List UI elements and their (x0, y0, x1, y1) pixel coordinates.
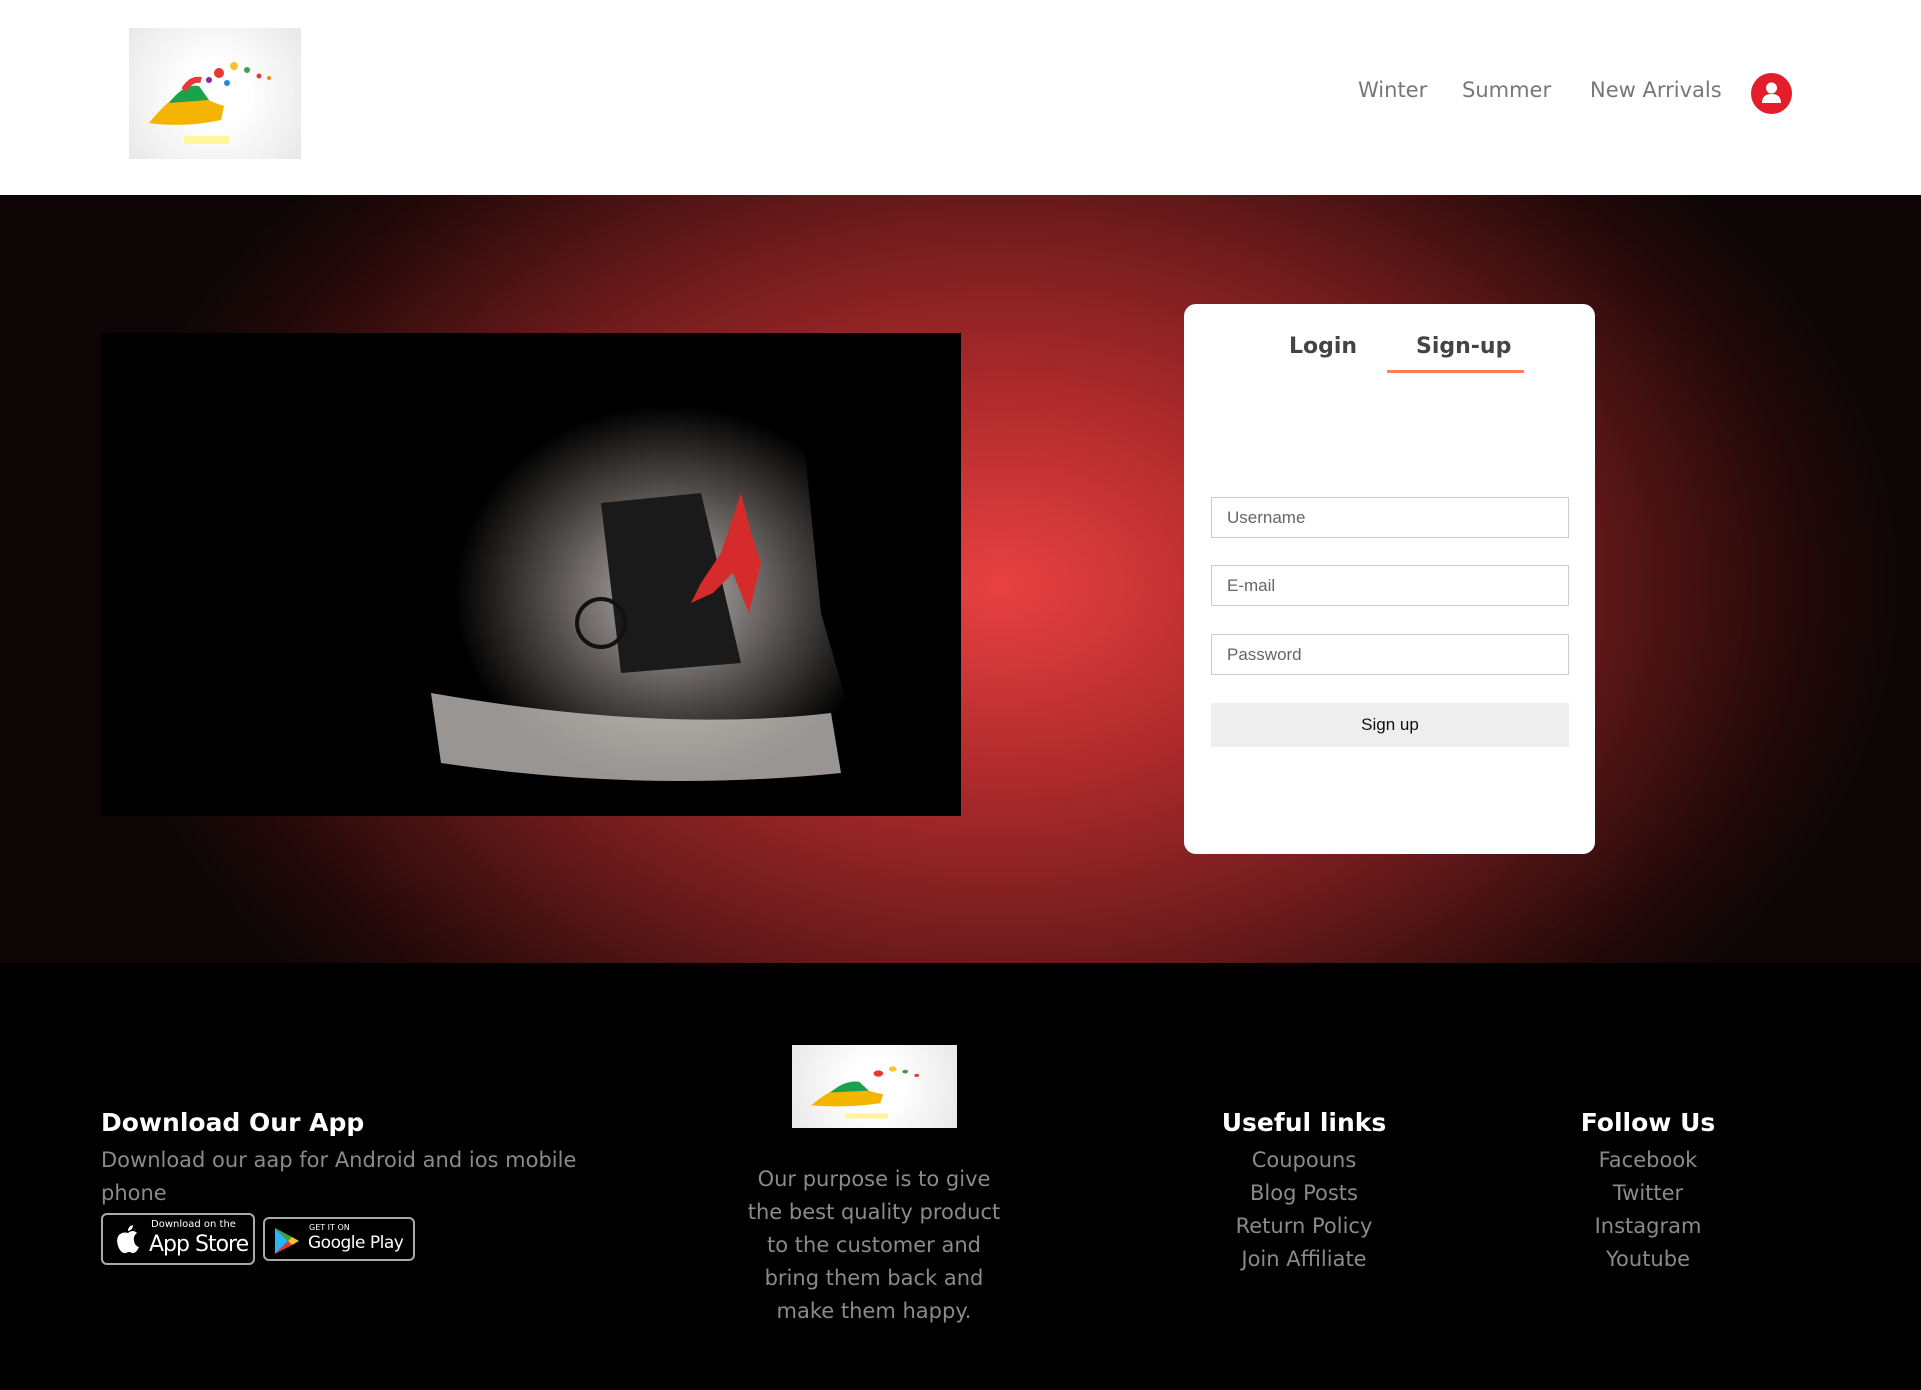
follow-us-heading: Follow Us (1580, 1108, 1716, 1137)
brand-logo[interactable] (129, 28, 301, 159)
nav-new-arrivals[interactable]: New Arrivals (1590, 78, 1722, 102)
active-tab-indicator (1387, 370, 1524, 373)
purpose-text: Our purpose is to give the best quality … (747, 1167, 1001, 1323)
download-app-heading: Download Our App (101, 1108, 365, 1137)
user-profile-icon[interactable] (1751, 73, 1792, 114)
appstore-small-text: Download on the (151, 1219, 236, 1230)
download-app-text: Download our aap for Android and ios mob… (101, 1148, 577, 1205)
footer-logo (792, 1045, 957, 1128)
google-play-icon (275, 1228, 299, 1254)
app-store-badge[interactable]: Download on the App Store (101, 1213, 255, 1265)
signup-button[interactable]: Sign up (1211, 703, 1569, 747)
password-input[interactable]: Password (1211, 634, 1569, 675)
play-big-text: Google Play (308, 1233, 404, 1253)
tab-login[interactable]: Login (1289, 334, 1357, 359)
footer-link-twitter[interactable]: Twitter (1528, 1177, 1768, 1210)
footer-link-return-policy[interactable]: Return Policy (1184, 1210, 1424, 1243)
nav-summer[interactable]: Summer (1462, 78, 1551, 102)
footer-link-join-affiliate[interactable]: Join Affiliate (1184, 1243, 1424, 1276)
google-play-badge[interactable]: GET IT ON Google Play (263, 1217, 415, 1261)
nav-winter[interactable]: Winter (1358, 78, 1427, 102)
email-input[interactable]: E-mail (1211, 565, 1569, 606)
footer-link-blog-posts[interactable]: Blog Posts (1184, 1177, 1424, 1210)
footer-link-youtube[interactable]: Youtube (1528, 1243, 1768, 1276)
footer-link-instagram[interactable]: Instagram (1528, 1210, 1768, 1243)
sneaker-image (101, 333, 961, 816)
useful-links-heading: Useful links (1221, 1108, 1387, 1137)
site-header: Winter Summer New Arrivals (0, 0, 1921, 195)
play-small-text: GET IT ON (309, 1223, 350, 1232)
appstore-big-text: App Store (149, 1232, 249, 1257)
username-input[interactable]: Username (1211, 497, 1569, 538)
apple-icon (117, 1225, 139, 1254)
tab-signup[interactable]: Sign-up (1416, 334, 1511, 359)
footer-link-facebook[interactable]: Facebook (1528, 1144, 1768, 1177)
auth-card: Login Sign-up Username E-mail Password S… (1184, 304, 1595, 854)
footer-link-coupouns[interactable]: Coupouns (1184, 1144, 1424, 1177)
